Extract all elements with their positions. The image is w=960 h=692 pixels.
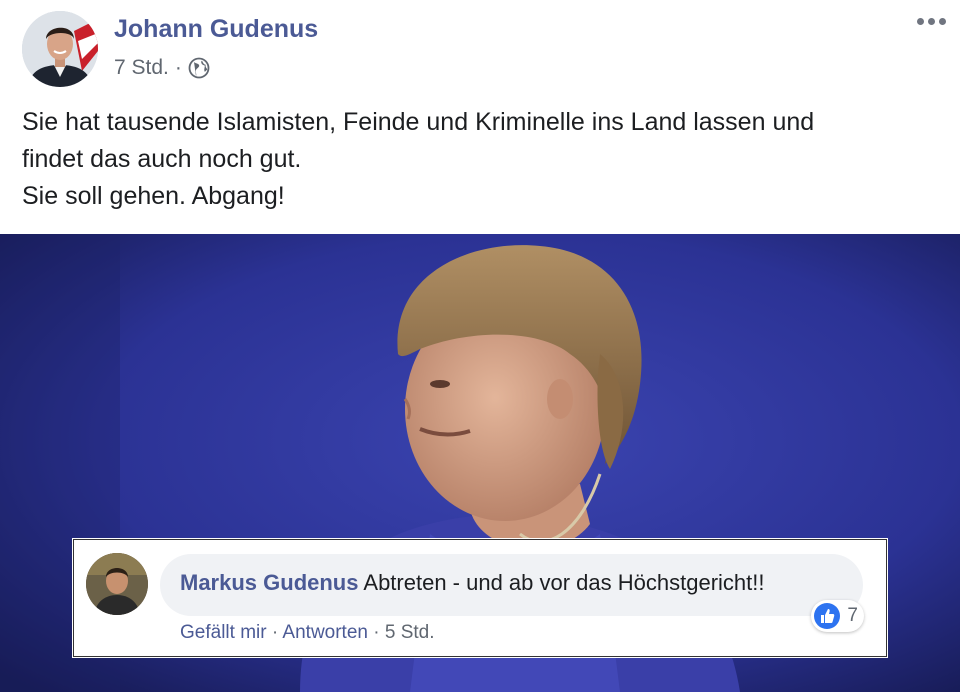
commenter-avatar[interactable]	[86, 553, 148, 615]
comment-text: Abtreten - und ab vor das Höchstgericht!…	[363, 570, 765, 595]
author-name[interactable]: Johann Gudenus	[114, 15, 318, 44]
meta-separator: ·	[174, 56, 182, 79]
like-icon	[814, 603, 841, 629]
reaction-count-badge[interactable]: 7	[811, 600, 864, 632]
reply-comment-link[interactable]: Antworten	[282, 622, 368, 643]
post-text-line: Sie hat tausende Islamisten, Feinde und …	[22, 108, 815, 136]
post-text-line: Sie soll gehen. Abgang!	[22, 182, 285, 210]
author-avatar[interactable]	[22, 11, 98, 87]
actions-separator: ·	[373, 622, 380, 643]
more-options-button[interactable]	[917, 18, 946, 25]
comment-actions: Gefällt mir · Antworten · 5 Std.	[180, 622, 435, 644]
reaction-count: 7	[847, 605, 858, 626]
post-header: Johann Gudenus 7 Std. · Sie hat tausende…	[0, 0, 960, 234]
ellipsis-icon	[917, 18, 924, 25]
comment-bubble: Markus Gudenus Abtreten - und ab vor das…	[160, 554, 863, 616]
like-comment-link[interactable]: Gefällt mir	[180, 622, 267, 643]
post-meta: 7 Std. ·	[114, 56, 210, 80]
post-text: Sie hat tausende Islamisten, Feinde und …	[22, 104, 814, 215]
post-time[interactable]: 7 Std.	[114, 56, 169, 80]
globe-icon	[188, 57, 210, 79]
comment-time[interactable]: 5 Std.	[385, 622, 435, 643]
actions-separator: ·	[271, 622, 279, 643]
commenter-name[interactable]: Markus Gudenus	[180, 570, 358, 595]
comment: Markus Gudenus Abtreten - und ab vor das…	[73, 539, 887, 657]
post-text-line: findet das auch noch gut.	[22, 145, 302, 173]
